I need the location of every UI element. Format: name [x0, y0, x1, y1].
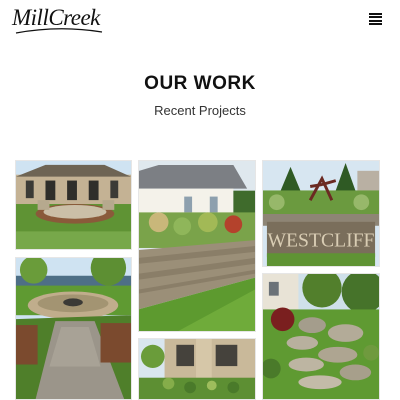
project-photo-stone-house[interactable]	[138, 338, 256, 400]
page-subtitle: Recent Projects	[154, 103, 246, 118]
hamburger-menu-icon[interactable]	[369, 13, 382, 25]
patio-house-image	[16, 161, 131, 249]
project-photo-retaining-wall[interactable]	[138, 160, 256, 332]
logo-swoosh-icon	[15, 28, 103, 34]
millcreek-logo[interactable]: MillCreek	[12, 5, 103, 34]
project-photo-patio-house[interactable]	[15, 160, 132, 250]
westcliff-sign-image: WESTCLIFF	[263, 161, 379, 266]
project-photo-paver-walkway[interactable]	[15, 257, 132, 400]
retaining-wall-image	[139, 161, 255, 331]
boulder-steps-image	[263, 274, 379, 399]
site-header: MillCreek	[0, 0, 400, 40]
page-title: OUR WORK	[144, 72, 256, 94]
paver-walkway-image	[16, 258, 131, 399]
stone-house-image	[139, 339, 255, 399]
project-photo-boulder-steps[interactable]	[262, 273, 380, 400]
project-photo-westcliff-sign[interactable]: WESTCLIFF	[262, 160, 380, 267]
westcliff-sign-text: WESTCLIFF	[268, 229, 375, 251]
